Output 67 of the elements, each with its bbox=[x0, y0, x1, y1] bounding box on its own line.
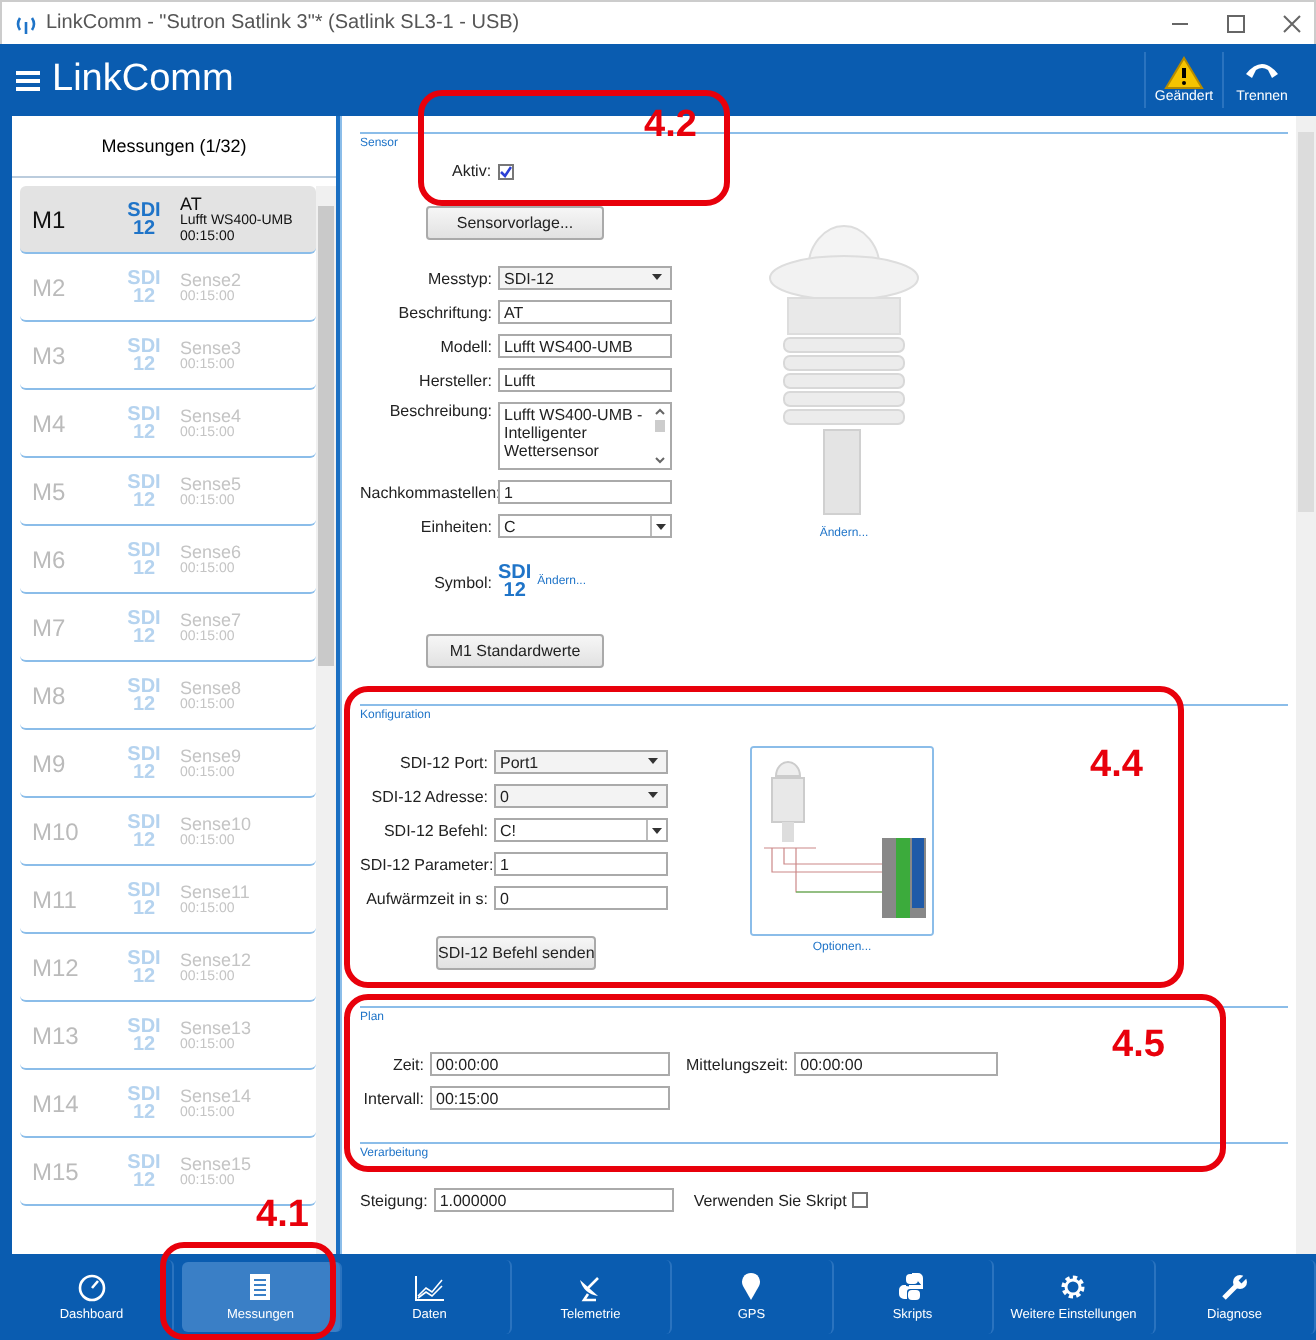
field-label: SDI-12 Befehl: bbox=[381, 821, 488, 839]
document-icon bbox=[248, 1272, 273, 1302]
python-icon bbox=[897, 1272, 928, 1302]
combo-box[interactable]: C bbox=[498, 514, 672, 538]
defaults-button[interactable]: M1 Standardwerte bbox=[426, 634, 604, 668]
dropdown[interactable]: Port1 bbox=[494, 750, 668, 774]
checkbox[interactable] bbox=[852, 1192, 869, 1208]
field-label: Messtyp: bbox=[425, 269, 492, 287]
field-label: Modell: bbox=[438, 337, 492, 355]
callout-label: 4.2 bbox=[644, 104, 697, 148]
window-title: LinkComm - "Sutron Satlink 3"* (Satlink SL3-1 - USB) bbox=[46, 12, 522, 34]
app-title: LinkComm bbox=[52, 58, 236, 102]
field-label: Beschriftung: bbox=[396, 303, 492, 321]
input-field[interactable]: Lufft WS400-UMB bbox=[498, 334, 672, 358]
field-label: SDI-12 Adresse: bbox=[369, 787, 488, 805]
gear-icon bbox=[1058, 1272, 1089, 1302]
field-label: Hersteller: bbox=[417, 371, 492, 389]
scrollbar[interactable] bbox=[316, 186, 336, 1254]
field-label: Aufwärmzeit in s: bbox=[364, 889, 488, 907]
field-label: Intervall: bbox=[361, 1089, 424, 1107]
input-field[interactable]: AT bbox=[498, 300, 672, 324]
caret-icon bbox=[648, 792, 658, 798]
caret-icon bbox=[648, 758, 658, 764]
maximize-icon[interactable] bbox=[1226, 13, 1246, 33]
input-field[interactable]: 0 bbox=[494, 886, 668, 910]
input-field[interactable]: 1 bbox=[498, 480, 672, 504]
input-field[interactable]: 00:00:00 bbox=[794, 1052, 999, 1076]
field-label: Beschreibung: bbox=[387, 402, 492, 420]
field-label: Steigung: bbox=[360, 1191, 428, 1209]
input-field[interactable]: Lufft bbox=[498, 368, 672, 392]
field-label: SDI-12 Port: bbox=[397, 753, 488, 771]
combo-box[interactable]: C! bbox=[494, 818, 668, 842]
caret-icon bbox=[652, 827, 662, 833]
template-button[interactable]: Sensorvorlage... bbox=[426, 206, 604, 240]
close-icon[interactable] bbox=[1282, 13, 1302, 33]
scrollbar[interactable] bbox=[654, 406, 666, 466]
line-chart-icon bbox=[413, 1273, 446, 1301]
antenna-icon bbox=[14, 13, 38, 33]
list-header: Messungen (1/32) bbox=[12, 116, 336, 178]
field-label: Mittelungszeit: bbox=[686, 1055, 789, 1073]
map-pin-icon bbox=[740, 1272, 763, 1302]
field-label: Einheiten: bbox=[418, 517, 492, 535]
input-field[interactable]: 00:00:00 bbox=[430, 1052, 670, 1076]
callout-label: 4.4 bbox=[1090, 744, 1143, 788]
field-label: Verwenden Sie Skript bbox=[693, 1191, 847, 1209]
text-area[interactable]: Lufft WS400-UMB - Intelligenter Wettersensor bbox=[498, 402, 672, 470]
input-field[interactable]: 00:15:00 bbox=[430, 1086, 670, 1110]
sdi-12-symbol: SDI 12 bbox=[498, 564, 532, 600]
field-label: SDI-12 Parameter: bbox=[360, 855, 488, 873]
field-label: Symbol: bbox=[432, 573, 492, 591]
input-field[interactable]: 1.000000 bbox=[433, 1188, 674, 1212]
warning-icon bbox=[1164, 56, 1204, 90]
menu-icon[interactable] bbox=[16, 69, 40, 91]
gauge-icon bbox=[77, 1273, 106, 1301]
caret-icon bbox=[656, 523, 666, 529]
field-label: Zeit: bbox=[390, 1055, 424, 1073]
callout-label: 4.5 bbox=[1112, 1024, 1165, 1068]
input-field[interactable]: 1 bbox=[494, 852, 668, 876]
checkbox[interactable] bbox=[497, 163, 514, 179]
caret-icon bbox=[652, 274, 662, 280]
wrench-icon bbox=[1219, 1272, 1250, 1302]
field-label: Aktiv: bbox=[452, 162, 492, 180]
send-command-button[interactable]: SDI-12 Befehl senden bbox=[436, 936, 596, 970]
dropdown[interactable]: 0 bbox=[494, 784, 668, 808]
scrollbar[interactable] bbox=[1296, 116, 1316, 1254]
satellite-dish-icon bbox=[576, 1273, 605, 1301]
dropdown[interactable]: SDI-12 bbox=[498, 266, 672, 290]
